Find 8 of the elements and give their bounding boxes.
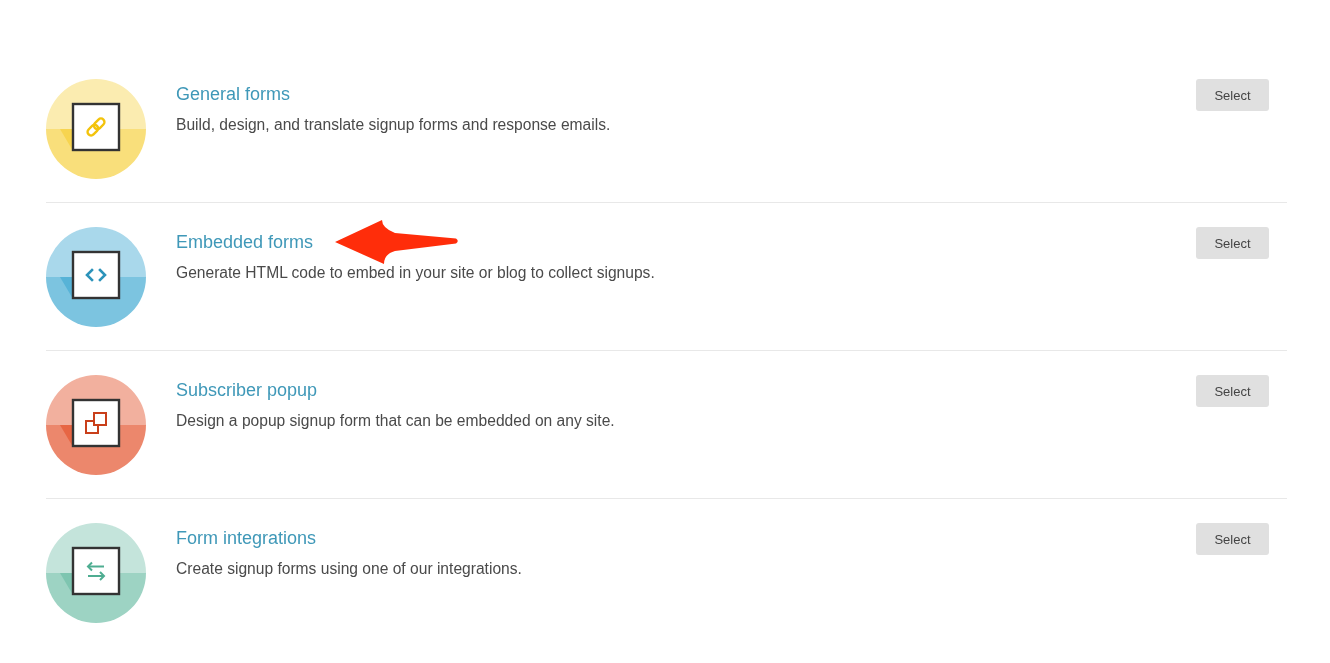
select-button[interactable]: Select — [1196, 79, 1269, 111]
select-button[interactable]: Select — [1196, 523, 1269, 555]
select-button[interactable]: Select — [1196, 227, 1269, 259]
description-text: Design a popup signup form that can be embedded on any site. — [176, 411, 616, 431]
description-text: Create signup forms using one of our integrations. — [176, 559, 523, 579]
description-text: Build, design, and translate signup forms and response emails. — [176, 115, 612, 135]
description-text: Generate HTML code to embed in your site or blog to collect signups. — [176, 263, 656, 283]
select-button[interactable]: Select — [1196, 375, 1269, 407]
